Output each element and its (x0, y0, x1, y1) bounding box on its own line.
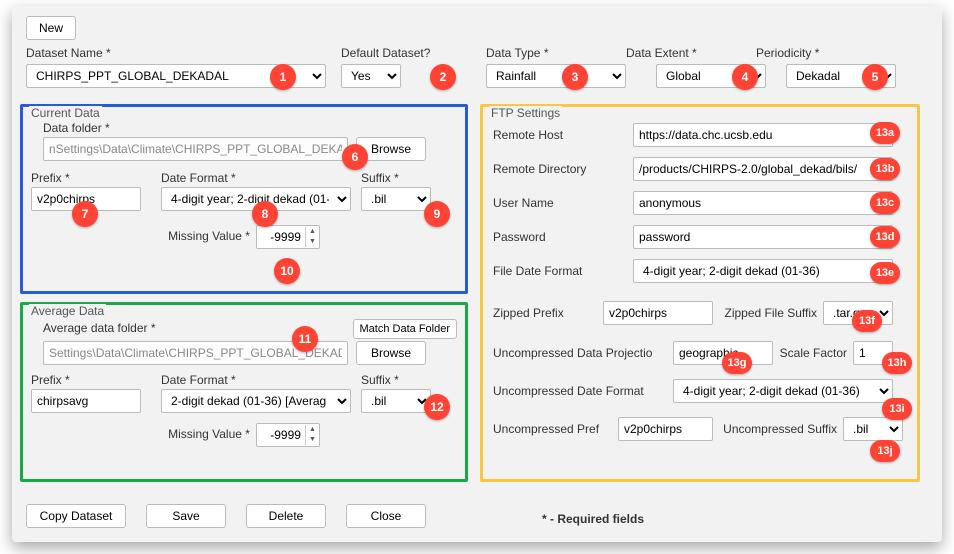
dataset-name-label: Dataset Name * (26, 46, 341, 60)
callout-1: 1 (270, 64, 296, 90)
missing-value-label: Missing Value * (168, 229, 250, 243)
uncomp-proj-label: Uncompressed Data Projectio (493, 346, 673, 360)
new-button[interactable]: New (26, 16, 76, 40)
file-date-format-select[interactable]: 4-digit year; 2-digit dekad (01-36) (633, 259, 893, 283)
avg-date-format-select[interactable]: 2-digit dekad (01-36) [Averag (161, 389, 351, 413)
callout-7: 7 (72, 201, 98, 227)
avg-missing-value-label: Missing Value * (168, 427, 250, 441)
callout-13i: 13i (882, 398, 912, 420)
suffix-select[interactable]: .bil (361, 187, 431, 211)
callout-13j: 13j (870, 440, 900, 462)
date-format-label: Date Format * (161, 171, 361, 185)
default-dataset-select[interactable]: Yes (341, 64, 401, 88)
avg-prefix-input[interactable] (31, 389, 141, 413)
zipped-prefix-input[interactable] (603, 301, 713, 325)
callout-3: 3 (562, 64, 588, 90)
callout-11: 11 (292, 326, 318, 352)
zipped-prefix-label: Zipped Prefix (493, 306, 603, 320)
remote-host-label: Remote Host (493, 128, 633, 142)
zipped-file-suffix-label: Zipped File Suffix (713, 306, 823, 320)
current-data-legend: Current Data (29, 106, 102, 120)
uncomp-date-format-label: Uncompressed Date Format (493, 384, 673, 398)
user-name-label: User Name (493, 196, 633, 210)
dialog-panel: New Dataset Name * Default Dataset? Data… (12, 6, 942, 542)
callout-9: 9 (424, 201, 450, 227)
prefix-label: Prefix * (31, 171, 161, 185)
match-data-folder-button[interactable]: Match Data Folder (353, 319, 457, 339)
password-label: Password (493, 230, 633, 244)
callout-13a: 13a (870, 122, 900, 144)
data-extent-label: Data Extent * (626, 46, 756, 60)
uncomp-prefix-label: Uncompressed Pref (493, 422, 618, 436)
periodicity-label: Periodicity * (756, 46, 876, 60)
default-dataset-label: Default Dataset? (341, 46, 456, 60)
callout-4: 4 (732, 64, 758, 90)
close-button[interactable]: Close (346, 504, 426, 528)
avg-data-folder-label: Average data folder * (43, 321, 156, 335)
spinner-up-icon[interactable]: ▲ (306, 227, 319, 237)
save-button[interactable]: Save (146, 504, 226, 528)
callout-10: 10 (274, 258, 300, 284)
callout-13g: 13g (722, 352, 752, 374)
callout-13e: 13e (870, 262, 900, 284)
spinner-down-icon[interactable]: ▼ (306, 237, 319, 247)
remote-directory-label: Remote Directory (493, 162, 633, 176)
suffix-label: Suffix * (361, 171, 441, 185)
callout-6: 6 (342, 144, 368, 170)
average-data-legend: Average Data (29, 304, 106, 318)
avg-data-folder-browse-button[interactable]: Browse (356, 341, 426, 365)
required-fields-note: * - Required fields (542, 512, 644, 526)
data-folder-input[interactable] (43, 137, 348, 161)
missing-value-spinner[interactable]: ▲▼ (256, 225, 320, 249)
ftp-settings-legend: FTP Settings (489, 106, 562, 120)
ftp-settings-group: FTP Settings Remote Host Remote Director… (480, 104, 920, 482)
uncomp-suffix-select[interactable]: .bil (843, 417, 903, 441)
avg-prefix-label: Prefix * (31, 373, 161, 387)
callout-13d: 13d (870, 226, 900, 248)
callout-13f: 13f (852, 310, 882, 332)
remote-host-input[interactable] (633, 123, 893, 147)
current-data-group: Current Data Data folder * Browse Prefix… (20, 104, 468, 294)
file-date-format-label: File Date Format (493, 264, 633, 278)
average-data-group: Average Data Average data folder * Match… (20, 302, 468, 482)
callout-13b: 13b (870, 158, 900, 180)
delete-button[interactable]: Delete (246, 504, 326, 528)
user-name-input[interactable] (633, 191, 893, 215)
data-folder-label: Data folder * (43, 121, 457, 135)
data-type-label: Data Type * (456, 46, 626, 60)
avg-suffix-label: Suffix * (361, 373, 441, 387)
data-type-select[interactable]: Rainfall (486, 64, 626, 88)
callout-2: 2 (430, 64, 456, 90)
avg-date-format-label: Date Format * (161, 373, 361, 387)
uncomp-suffix-label: Uncompressed Suffix (713, 422, 843, 436)
uncomp-date-format-select[interactable]: 4-digit year; 2-digit dekad (01-36) (673, 379, 893, 403)
remote-directory-input[interactable] (633, 157, 893, 181)
avg-missing-value-input[interactable] (257, 425, 305, 445)
avg-missing-value-spinner[interactable]: ▲▼ (256, 423, 320, 447)
password-input[interactable] (633, 225, 893, 249)
callout-12: 12 (424, 394, 450, 420)
callout-5: 5 (862, 64, 888, 90)
scale-factor-label: Scale Factor (773, 346, 853, 360)
callout-13c: 13c (870, 192, 900, 214)
missing-value-input[interactable] (257, 227, 305, 247)
callout-13h: 13h (882, 352, 912, 374)
copy-dataset-button[interactable]: Copy Dataset (26, 504, 126, 528)
callout-8: 8 (252, 201, 278, 227)
spinner-down-icon[interactable]: ▼ (306, 435, 319, 445)
spinner-up-icon[interactable]: ▲ (306, 425, 319, 435)
avg-suffix-select[interactable]: .bil (361, 389, 431, 413)
uncomp-prefix-input[interactable] (618, 417, 713, 441)
